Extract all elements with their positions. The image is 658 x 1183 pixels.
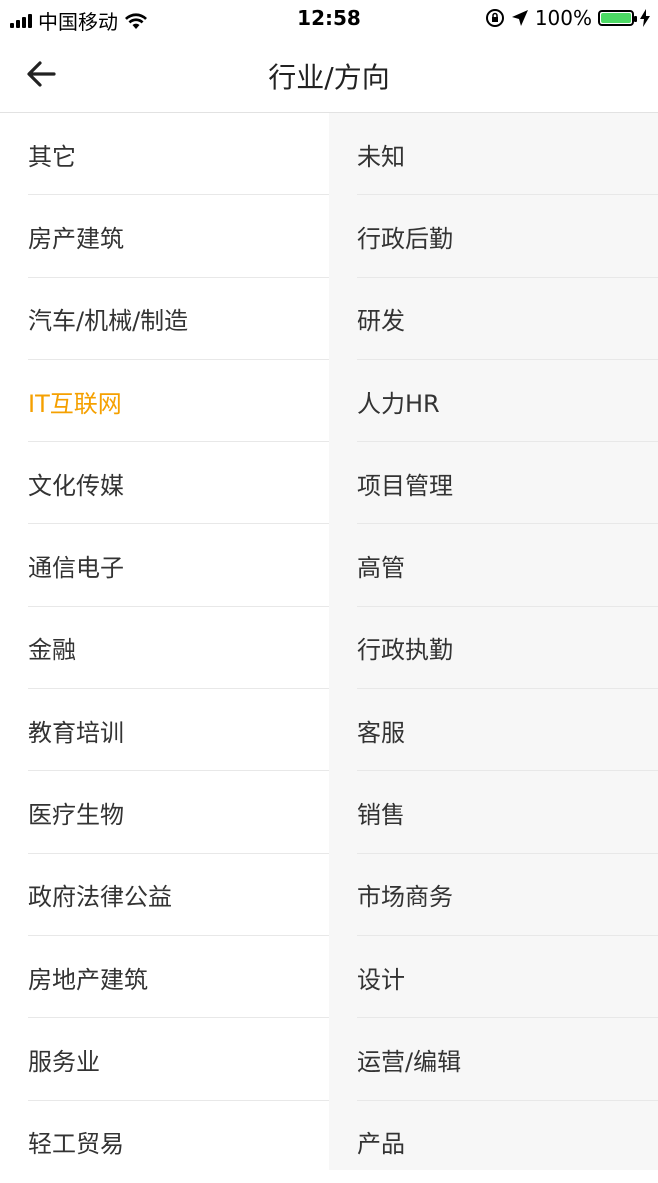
page-title: 行业/方向 <box>268 61 390 94</box>
industry-item[interactable]: 教育培训 <box>0 689 329 772</box>
industry-item[interactable]: 房地产建筑 <box>0 936 329 1019</box>
industry-item[interactable]: 通信电子 <box>0 524 329 608</box>
industry-list: 其它 房产建筑 汽车/机械/制造 IT互联网 文化传媒 通信电子 金融 教育培训 医疗生物 政府法… <box>0 113 329 1170</box>
direction-item[interactable]: 高管 <box>329 524 658 608</box>
direction-item[interactable]: 研发 <box>329 278 658 361</box>
direction-item[interactable]: 行政后勤 <box>329 195 658 278</box>
battery-percent: 100% <box>534 6 592 30</box>
charging-bolt-icon <box>640 9 650 27</box>
direction-item[interactable]: 人力HR <box>329 360 658 443</box>
industry-item[interactable]: 医疗生物 <box>0 771 329 854</box>
industry-item[interactable]: 轻工贸易 <box>0 1101 329 1183</box>
battery-icon <box>598 10 637 26</box>
nav-bar: 行业/方向 <box>0 36 658 113</box>
direction-item[interactable]: 行政执勤 <box>329 607 658 690</box>
direction-item[interactable]: 产品 <box>329 1101 658 1183</box>
industry-item[interactable]: 金融 <box>0 607 329 690</box>
industry-item[interactable]: 其它 <box>0 113 329 196</box>
industry-item[interactable]: 政府法律公益 <box>0 854 329 937</box>
industry-item[interactable]: IT互联网 <box>0 360 329 443</box>
location-arrow-icon <box>511 10 528 26</box>
status-right: 100% <box>485 6 650 30</box>
orientation-lock-icon <box>485 9 504 27</box>
direction-list: 未知 行政后勤 研发 人力HR 项目管理 高管 行政执勤 客服 销售 市场商务 设计 运营/编辑 产品 <box>329 113 658 1170</box>
industry-item[interactable]: 服务业 <box>0 1018 329 1101</box>
direction-item[interactable]: 设计 <box>329 936 658 1019</box>
direction-item[interactable]: 客服 <box>329 689 658 772</box>
picker-content: 其它 房产建筑 汽车/机械/制造 IT互联网 文化传媒 通信电子 金融 教育培训 医疗生物 政府法… <box>0 113 658 1170</box>
direction-item[interactable]: 运营/编辑 <box>329 1018 658 1101</box>
industry-item[interactable]: 文化传媒 <box>0 442 329 525</box>
direction-item[interactable]: 销售 <box>329 771 658 854</box>
status-bar: 中国移动 12:58 100% <box>0 0 658 36</box>
industry-item[interactable]: 房产建筑 <box>0 195 329 278</box>
direction-item[interactable]: 市场商务 <box>329 854 658 937</box>
direction-item[interactable]: 未知 <box>329 113 658 196</box>
direction-item[interactable]: 项目管理 <box>329 442 658 525</box>
industry-item[interactable]: 汽车/机械/制造 <box>0 278 329 361</box>
